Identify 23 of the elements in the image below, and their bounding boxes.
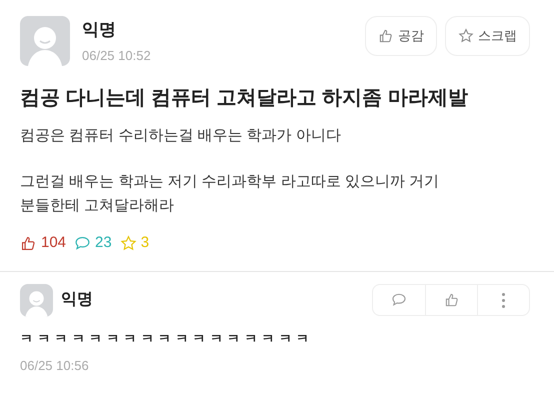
avatar-icon bbox=[20, 284, 53, 316]
post-paragraph: 컴공은 컴퓨터 수리하는걸 배우는 학과가 아니다 bbox=[20, 126, 342, 146]
like-count: 104 bbox=[41, 233, 66, 253]
avatar-icon bbox=[20, 16, 70, 66]
scrap-count: 3 bbox=[140, 233, 150, 253]
like-button[interactable]: 공감 bbox=[365, 16, 437, 56]
post-title: 컴공 다니는데 컴퓨터 고쳐달라고 하지좀 마라제발 bbox=[20, 86, 469, 111]
author-name: 익명 bbox=[82, 19, 117, 41]
scrap-button[interactable]: 스크랩 bbox=[445, 16, 530, 56]
star-icon bbox=[120, 234, 137, 252]
post-paragraph: 그런걸 배우는 학과는 저기 수리과학부 라고따로 있으니까 거기 분들한테 고쳐달라해라 bbox=[20, 172, 440, 216]
comment-text: ㅋ ㅋ ㅋ ㅋ ㅋ ㅋ ㅋ ㅋ ㅋ ㅋ ㅋ ㅋ ㅋ ㅋ ㅋ ㅋ ㅋ bbox=[20, 330, 311, 348]
thumbs-up-icon bbox=[378, 28, 394, 44]
speech-bubble-icon bbox=[391, 292, 407, 308]
thumbs-up-icon bbox=[20, 234, 37, 252]
more-icon bbox=[502, 292, 505, 308]
comment-author: 익명 bbox=[61, 290, 93, 310]
post-time: 06/25 10:52 bbox=[82, 47, 151, 65]
star-icon bbox=[458, 28, 474, 44]
thumbs-up-icon bbox=[444, 292, 460, 308]
comment-count: 23 bbox=[95, 233, 112, 253]
comment-time: 06/25 10:56 bbox=[20, 357, 90, 375]
speech-bubble-icon bbox=[74, 234, 92, 252]
